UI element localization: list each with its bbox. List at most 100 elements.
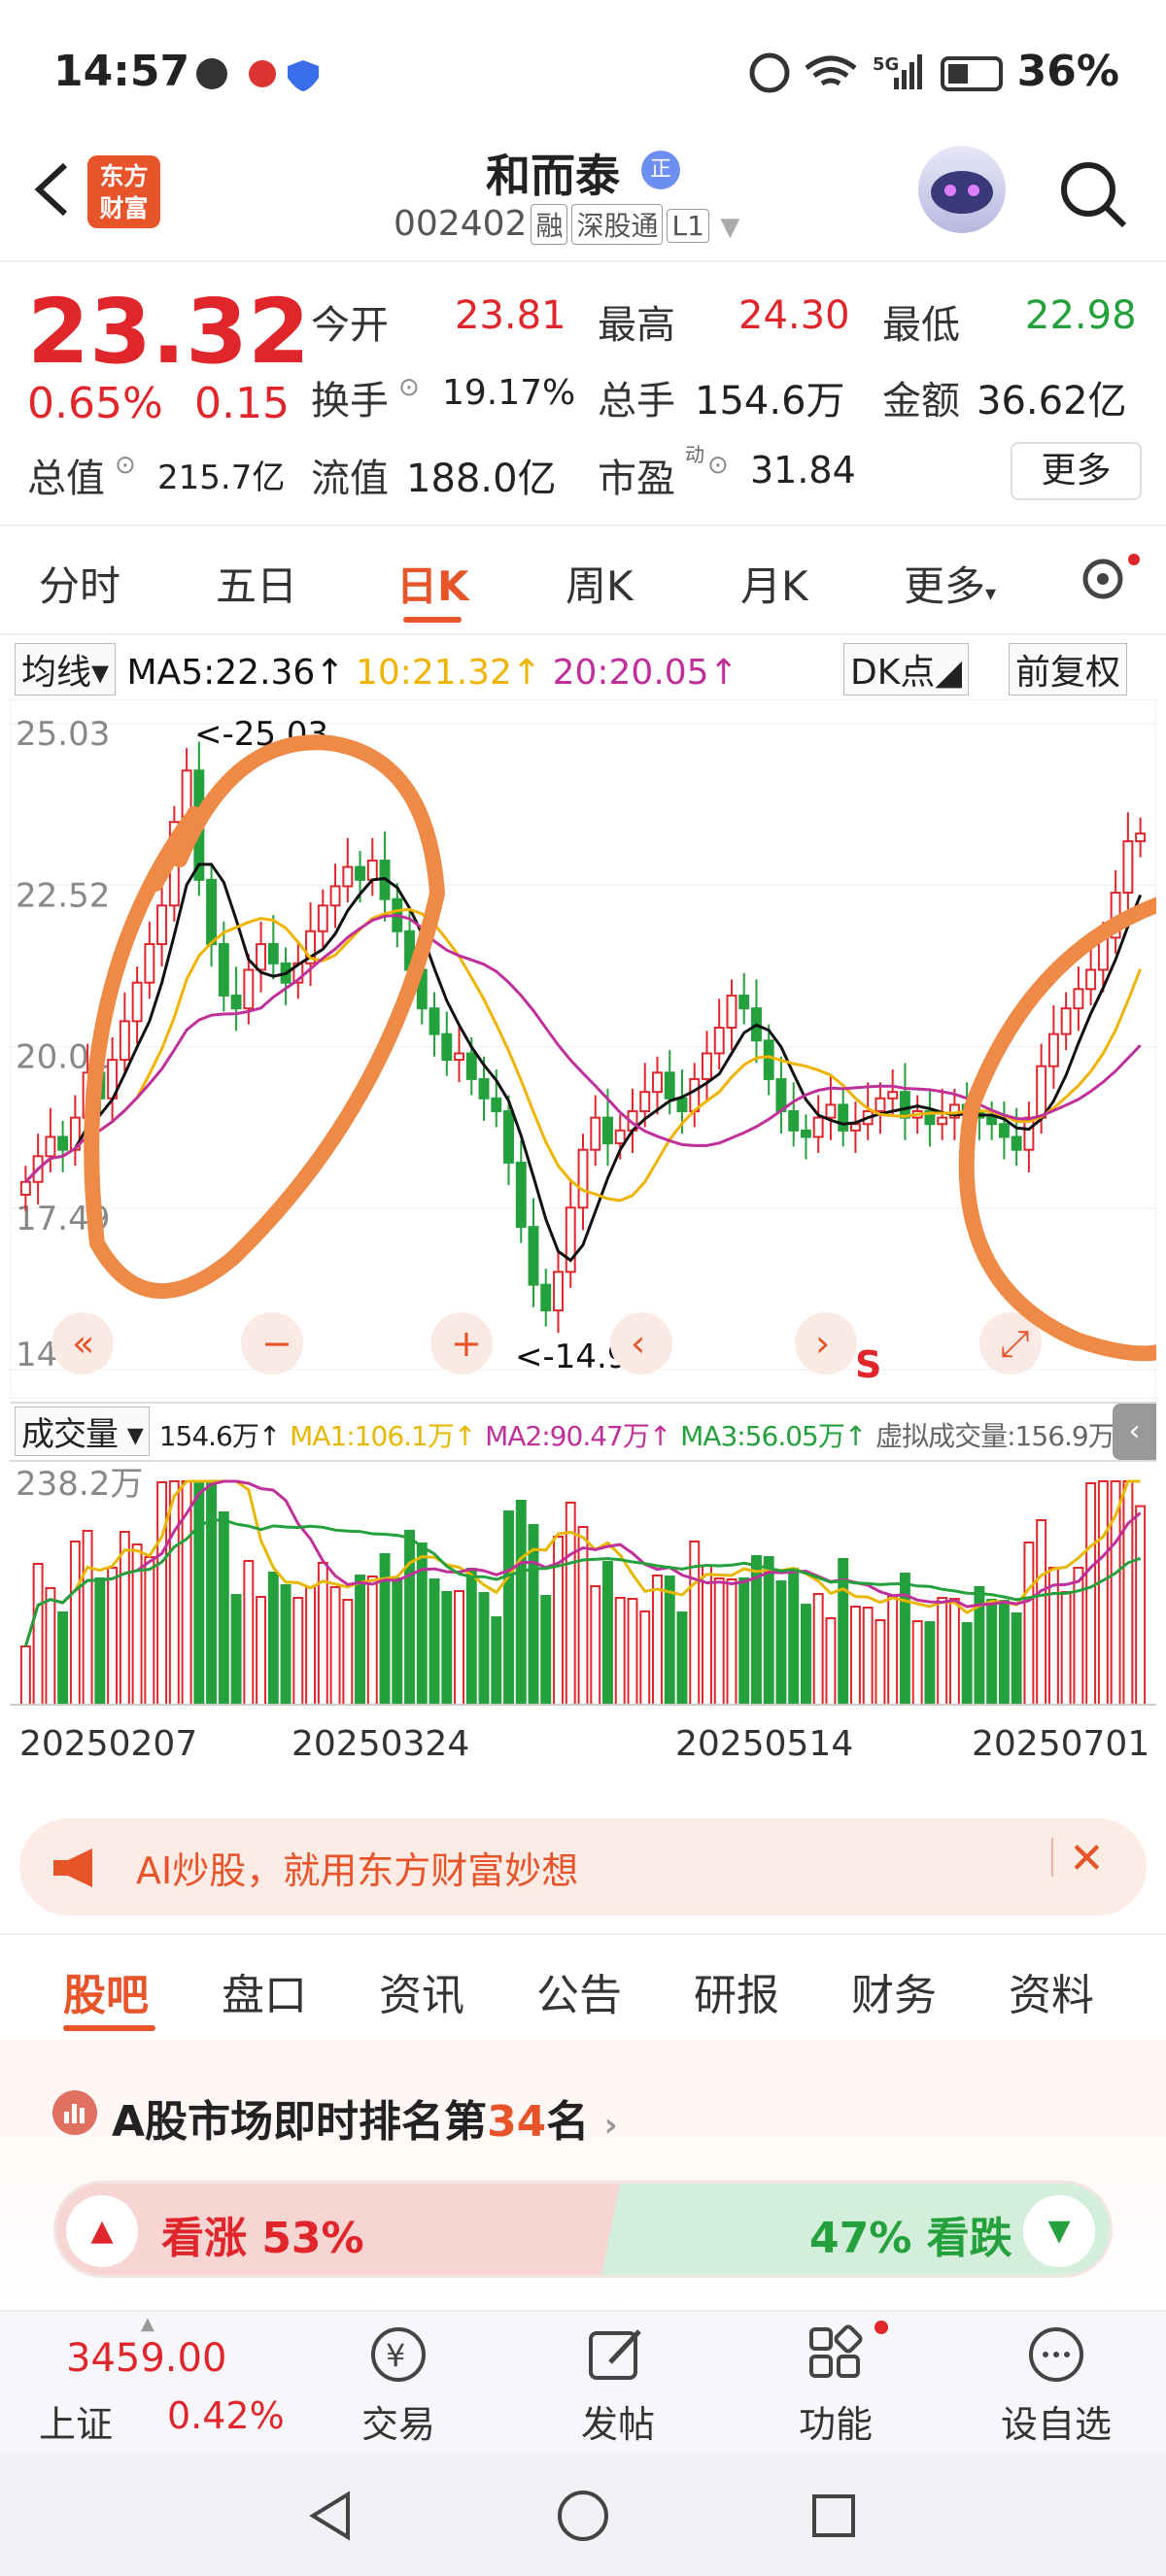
tab-weekly-k[interactable]: 周K: [566, 554, 634, 613]
candle-body: [1073, 988, 1084, 1010]
ma10-value: 10:21.32↑: [355, 653, 542, 693]
kline-chart[interactable]: 25.0322.5220.0117.4914.98<-25.03<-14.98«…: [10, 699, 1156, 1399]
volume-bar: [1073, 1567, 1084, 1706]
amount-label: 金额: [882, 379, 960, 424]
adjust-button[interactable]: 前复权: [1009, 643, 1128, 695]
volume-bar: [454, 1590, 464, 1706]
zoom-in-icon[interactable]: +: [430, 1312, 493, 1374]
volume-bar: [1023, 1542, 1035, 1706]
gear-icon[interactable]: [1074, 552, 1142, 605]
candle-body: [1085, 968, 1097, 991]
volume-bar: [230, 1594, 242, 1706]
nav-recent-icon[interactable]: [805, 2487, 863, 2545]
bear-arrow-icon[interactable]: ▼: [1023, 2195, 1095, 2267]
nav-add-watchlist[interactable]: 设自选: [1001, 2394, 1112, 2448]
candle-body: [713, 1026, 725, 1055]
volume-bar: [206, 1480, 218, 1706]
zoom-out-icon[interactable]: −: [241, 1312, 303, 1374]
volume-value: 154.6万: [695, 379, 845, 424]
open-value: 23.81: [455, 293, 566, 338]
candle-body: [775, 1077, 787, 1113]
nav-function[interactable]: 功能: [799, 2394, 873, 2448]
info-icon[interactable]: ⊙: [115, 451, 136, 480]
volume-bar: [911, 1620, 923, 1706]
scroll-left-icon[interactable]: «: [51, 1312, 114, 1374]
volume-bar: [218, 1511, 229, 1706]
tab-research[interactable]: 研报: [694, 1960, 779, 2022]
volume-bar: [1047, 1567, 1059, 1706]
nav-home-icon[interactable]: [554, 2487, 612, 2545]
candle-body: [429, 1007, 440, 1035]
volume-bar: [738, 1577, 750, 1706]
volume-value: 154.6万↑: [158, 1420, 282, 1452]
volume-bar: [256, 1596, 267, 1706]
volume-bar: [1122, 1480, 1134, 1706]
ma5-value: MA5:22.36↑: [126, 653, 345, 693]
bull-arrow-icon[interactable]: ▲: [66, 2195, 138, 2267]
nav-post[interactable]: 发帖: [581, 2394, 655, 2448]
step-left-icon[interactable]: ‹: [610, 1312, 672, 1374]
candle-body: [1135, 832, 1147, 843]
back-arrow-icon[interactable]: [21, 155, 89, 223]
more-quote-button[interactable]: 更多: [1011, 442, 1142, 500]
volume-bar: [404, 1530, 416, 1706]
collapse-panel-button[interactable]: ‹: [1113, 1404, 1156, 1460]
ranking-number: 34: [487, 2097, 547, 2147]
dk-point-button[interactable]: DK点◢: [843, 643, 970, 695]
volume-bar: [937, 1597, 948, 1706]
step-right-icon[interactable]: ›: [795, 1312, 857, 1374]
volume-chart[interactable]: 238.2万 20250207 20250324 20250514 20250701: [10, 1462, 1156, 1797]
candle-body: [131, 981, 143, 1023]
tab-profile[interactable]: 资料: [1009, 1960, 1094, 2022]
ma-dropdown[interactable]: 均线▾: [15, 643, 117, 695]
tab-finance[interactable]: 财务: [851, 1960, 937, 2022]
tab-announcement[interactable]: 公告: [536, 1960, 622, 2022]
info-icon[interactable]: ⊙: [398, 373, 420, 402]
volume-bar: [416, 1542, 428, 1706]
candle-body: [218, 942, 229, 997]
chevron-up-icon[interactable]: ▲: [141, 2314, 154, 2334]
volume-bar: [627, 1598, 638, 1706]
index-name[interactable]: 上证: [39, 2394, 113, 2448]
candle-body: [230, 994, 242, 1010]
chevron-right-icon: ›: [603, 2106, 618, 2145]
volume-bar: [874, 1619, 886, 1706]
y-tick-label: 22.52: [16, 876, 110, 915]
nav-back-icon[interactable]: [301, 2487, 360, 2545]
tab-more[interactable]: 更多▾: [904, 554, 996, 613]
candle-body: [986, 1116, 998, 1126]
volume-bar: [355, 1575, 366, 1706]
tab-guba[interactable]: 股吧: [63, 1960, 149, 2022]
candle-body: [998, 1123, 1010, 1138]
candle-body: [639, 1091, 651, 1113]
tab-daily-k[interactable]: 日K: [396, 554, 469, 613]
ranking-text[interactable]: A股市场即时排名第34名 ›: [112, 2086, 618, 2149]
volume-bar: [577, 1526, 589, 1706]
stock-code-line[interactable]: 002402 融深股通 L1 ▼: [394, 204, 739, 245]
volume-bar: [292, 1597, 304, 1706]
info-icon[interactable]: ⊙: [707, 451, 729, 480]
search-icon[interactable]: [1054, 155, 1132, 233]
volume-bar: [849, 1606, 861, 1706]
volume-bar: [305, 1586, 317, 1706]
volume-bar: [515, 1500, 527, 1706]
volume-bar: [1036, 1519, 1047, 1706]
tab-intraday[interactable]: 分时: [39, 554, 120, 613]
index-value[interactable]: 3459.00: [66, 2336, 226, 2381]
tab-pankou[interactable]: 盘口: [222, 1960, 307, 2022]
divider: [601, 2184, 639, 2275]
pe-superscript: 动: [685, 443, 704, 466]
tab-monthly-k[interactable]: 月K: [740, 554, 808, 613]
close-icon[interactable]: ✕: [1069, 1834, 1105, 1883]
volume-dropdown[interactable]: 成交量 ▾: [15, 1407, 150, 1456]
ai-assistant-avatar[interactable]: [918, 146, 1006, 233]
svg-text:5G: 5G: [873, 54, 899, 75]
tag-connect: 深股通: [571, 204, 664, 245]
volume-bar: [32, 1563, 44, 1706]
bear-label: 47% 看跌: [809, 2214, 1012, 2263]
tab-five-day[interactable]: 五日: [216, 554, 297, 613]
volume-ma3: MA3:56.05万↑: [680, 1420, 867, 1452]
tab-news[interactable]: 资讯: [379, 1960, 464, 2022]
volume-bar: [676, 1611, 688, 1706]
nav-trade[interactable]: 交易: [361, 2394, 435, 2448]
